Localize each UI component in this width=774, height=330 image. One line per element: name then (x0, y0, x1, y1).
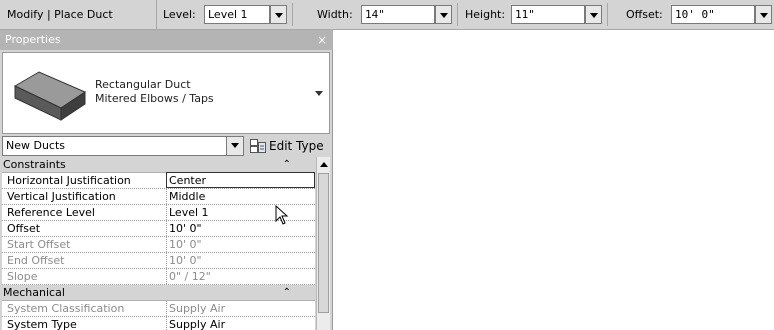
height-dropdown-icon[interactable] (585, 5, 602, 24)
properties-title-bar[interactable]: Properties × (0, 30, 333, 50)
drawing-canvas[interactable] (334, 30, 774, 330)
property-value[interactable]: Middle (166, 189, 315, 204)
mouse-pointer-icon (275, 205, 289, 225)
scroll-thumb[interactable] (318, 173, 329, 313)
properties-grid: Constraints ⌃ Horizontal Justification Cent… (2, 157, 315, 330)
type-family: Rectangular Duct (95, 78, 191, 91)
property-name: Vertical Justification (7, 190, 116, 203)
property-name: End Offset (7, 254, 65, 267)
offset-label: Offset: (626, 8, 663, 21)
type-dropdown-icon[interactable] (315, 91, 323, 96)
rectangular-duct-icon (13, 71, 87, 121)
type-variant: Mitered Elbows / Taps (95, 92, 214, 105)
property-value[interactable]: Center (166, 172, 315, 188)
property-name: Start Offset (7, 238, 71, 251)
type-name: Rectangular Duct Mitered Elbows / Taps (95, 78, 214, 106)
separator (292, 3, 293, 26)
width-select[interactable]: 14" (361, 5, 435, 24)
property-row[interactable]: System Type Supply Air (2, 317, 315, 330)
close-icon[interactable]: × (317, 30, 327, 50)
level-label: Level: (163, 8, 196, 21)
property-row[interactable]: Slope 0" / 12" (2, 269, 315, 285)
separator (457, 3, 458, 26)
mode-label: Modify | Place Duct (0, 0, 157, 29)
property-value: Supply Air (166, 301, 315, 316)
height-select[interactable]: 11" (511, 5, 585, 24)
scroll-up-icon[interactable] (320, 162, 328, 167)
property-group-header[interactable]: Mechanical ⌃ (2, 285, 315, 301)
property-name: Reference Level (7, 206, 95, 219)
level-dropdown-icon[interactable] (270, 5, 287, 24)
options-bar: Modify | Place Duct Level: Level 1 Width… (0, 0, 774, 30)
offset-select[interactable]: 10' 0" (671, 5, 755, 24)
collapse-chevron-icon[interactable]: ⌃ (283, 157, 291, 172)
offset-dropdown-icon[interactable] (755, 5, 772, 24)
separator (607, 3, 608, 26)
property-row[interactable]: Horizontal Justification Center (2, 172, 315, 189)
type-selector[interactable]: Rectangular Duct Mitered Elbows / Taps (2, 52, 330, 134)
group-label: Mechanical (3, 286, 65, 299)
property-name: System Type (7, 318, 77, 330)
property-value[interactable]: 10' 0" (166, 221, 315, 236)
property-value[interactable]: Level 1 (166, 205, 315, 220)
instance-filter-dropdown-icon[interactable] (226, 137, 243, 155)
property-name: Horizontal Justification (7, 174, 131, 187)
property-row[interactable]: Offset 10' 0" (2, 221, 315, 237)
collapse-chevron-icon[interactable]: ⌃ (283, 285, 291, 300)
instance-filter-select[interactable]: New Ducts (2, 136, 244, 156)
height-label: Height: (465, 8, 506, 21)
property-name: Offset (7, 222, 41, 235)
property-row[interactable]: Vertical Justification Middle (2, 189, 315, 205)
property-value: 10' 0" (166, 237, 315, 252)
properties-palette: Properties × Rectangular Duct Mitered El… (0, 30, 333, 330)
property-row[interactable]: End Offset 10' 0" (2, 253, 315, 269)
edit-type-label: Edit Type (269, 139, 324, 153)
width-dropdown-icon[interactable] (435, 5, 452, 24)
level-select[interactable]: Level 1 (204, 5, 270, 24)
properties-title: Properties (5, 33, 61, 46)
property-value: 10' 0" (166, 253, 315, 268)
group-label: Constraints (3, 158, 66, 171)
property-value[interactable]: Supply Air (166, 317, 315, 330)
property-name: Slope (7, 270, 38, 283)
property-name: System Classification (7, 302, 125, 315)
edit-type-icon (250, 139, 266, 153)
property-row[interactable]: Start Offset 10' 0" (2, 237, 315, 253)
property-row[interactable]: System Classification Supply Air (2, 301, 315, 317)
property-group-header[interactable]: Constraints ⌃ (2, 157, 315, 173)
property-row[interactable]: Reference Level Level 1 (2, 205, 315, 221)
property-value: 0" / 12" (166, 269, 315, 284)
width-label: Width: (317, 8, 353, 21)
properties-scrollbar[interactable] (316, 157, 330, 330)
